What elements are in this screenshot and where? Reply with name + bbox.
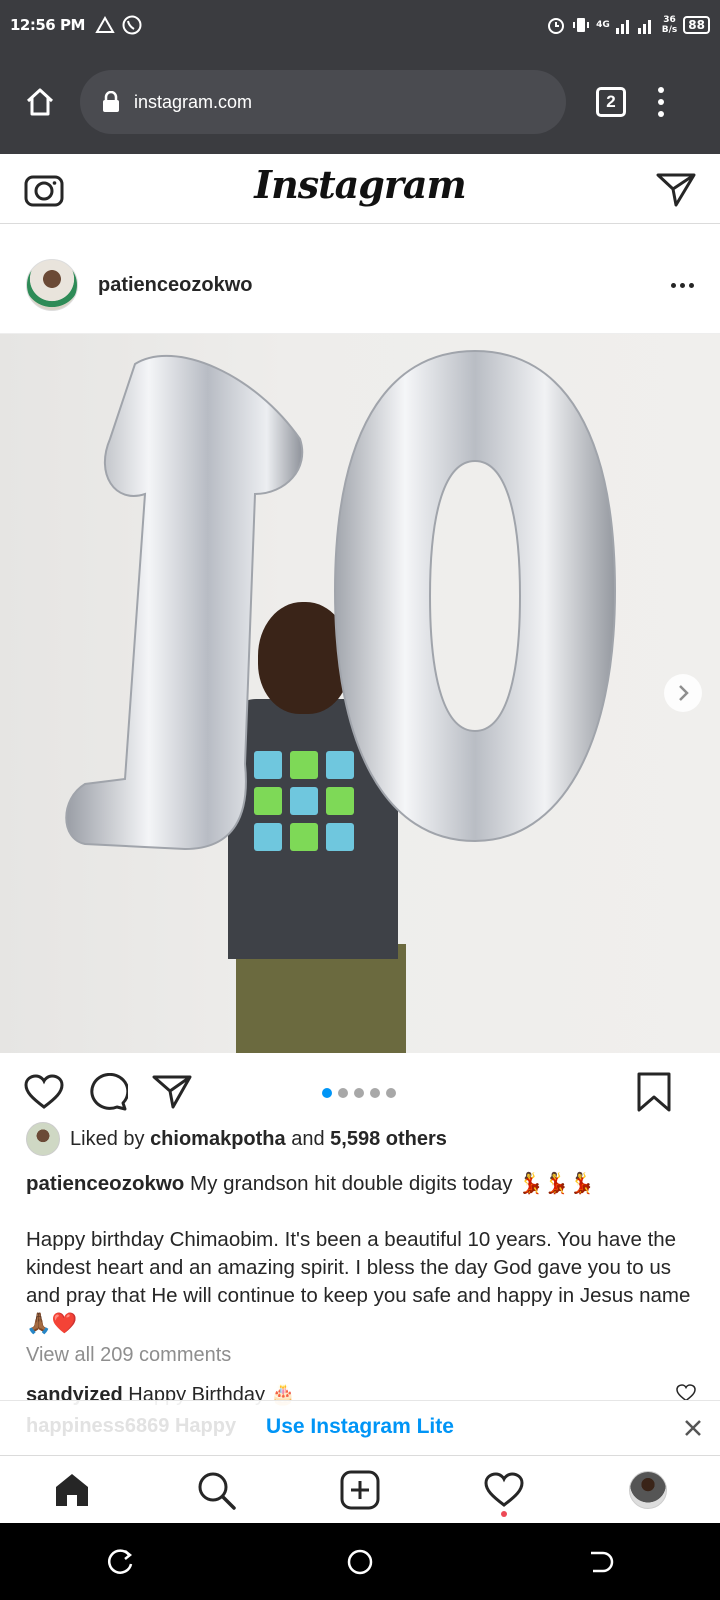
use-instagram-lite-link[interactable]: Use Instagram Lite xyxy=(0,1415,720,1439)
post-caption: patienceozokwo My grandson hit double di… xyxy=(26,1170,702,1338)
carousel-indicator xyxy=(322,1088,396,1098)
back-icon[interactable] xyxy=(585,1547,615,1577)
system-navigation-bar xyxy=(0,1523,720,1600)
bookmark-icon xyxy=(637,1072,671,1112)
nav-new-post[interactable] xyxy=(330,1460,390,1520)
author-username[interactable]: patienceozokwo xyxy=(98,274,252,297)
share-button[interactable] xyxy=(152,1074,192,1110)
nav-search[interactable] xyxy=(186,1460,246,1520)
likes-count[interactable]: 5,598 others xyxy=(330,1128,447,1150)
photo-shorts xyxy=(236,944,406,1053)
url-text: instagram.com xyxy=(134,91,253,112)
signal-icon xyxy=(615,20,651,34)
status-bar: 12:56 PM 4G 36 B/s 88 xyxy=(0,0,720,50)
carousel-dot xyxy=(386,1088,396,1098)
share-icon xyxy=(152,1075,192,1109)
status-time: 12:56 PM xyxy=(10,16,85,34)
heart-icon xyxy=(484,1471,524,1507)
add-post-icon xyxy=(340,1470,380,1509)
post-header: patienceozokwo xyxy=(0,250,720,320)
post-actions xyxy=(0,1064,720,1120)
browser-toolbar: instagram.com 2 xyxy=(0,50,720,154)
lite-app-banner: happiness6869 Happy Use Instagram Lite xyxy=(0,1400,720,1454)
notification-dot xyxy=(501,1510,507,1517)
close-icon xyxy=(685,1420,701,1436)
caption-author[interactable]: patienceozokwo xyxy=(26,1172,184,1195)
liker-avatar[interactable] xyxy=(26,1122,60,1156)
more-dot xyxy=(689,282,694,288)
alarm-icon xyxy=(548,18,565,34)
recent-apps-icon[interactable] xyxy=(105,1547,135,1577)
likes-text[interactable]: Liked by chiomakpotha and 5,598 others xyxy=(70,1128,447,1151)
address-bar[interactable]: instagram.com xyxy=(80,70,566,134)
balloon-digit-zero xyxy=(333,349,617,843)
liker-username[interactable]: chiomakpotha xyxy=(150,1128,286,1150)
menu-dot xyxy=(658,111,664,117)
caption-first-line: patienceozokwo My grandson hit double di… xyxy=(26,1170,702,1198)
comment-button[interactable] xyxy=(88,1073,128,1111)
author-avatar[interactable] xyxy=(26,259,78,311)
carousel-next-button[interactable] xyxy=(664,674,702,712)
battery-indicator: 88 xyxy=(683,16,710,34)
profile-avatar xyxy=(629,1470,667,1509)
vibrate-icon xyxy=(573,18,590,32)
likes-prefix: Liked by xyxy=(70,1127,145,1150)
more-dot xyxy=(671,282,676,288)
balloon-digit-one xyxy=(65,354,304,851)
post-photo[interactable] xyxy=(0,333,720,1053)
status-right-icons: 4G 36 B/s 88 xyxy=(546,15,710,35)
close-banner-button[interactable] xyxy=(684,1413,702,1444)
like-button[interactable] xyxy=(24,1074,64,1110)
heart-icon xyxy=(24,1074,64,1109)
caption-body: Happy birthday Chimaobim. It's been a be… xyxy=(26,1228,691,1335)
network-speed: 36 B/s xyxy=(661,15,678,35)
search-icon xyxy=(198,1472,236,1510)
post-options-button[interactable] xyxy=(671,282,694,288)
menu-dot xyxy=(658,87,664,93)
network-label: 4G xyxy=(596,20,610,30)
nav-home[interactable] xyxy=(42,1460,102,1520)
nav-profile[interactable] xyxy=(618,1460,678,1520)
home-button[interactable] xyxy=(0,72,80,132)
browser-menu-button[interactable] xyxy=(658,87,664,117)
status-left-icons xyxy=(95,14,143,36)
instagram-header: Instagram xyxy=(0,154,720,224)
warning-icon xyxy=(95,16,115,33)
chevron-right-icon xyxy=(679,685,689,701)
carousel-dot-active xyxy=(322,1088,332,1098)
view-all-comments-link[interactable]: View all 209 comments xyxy=(26,1344,231,1367)
bottom-navigation xyxy=(0,1455,720,1523)
more-dot xyxy=(680,282,685,288)
whatsapp-icon xyxy=(122,15,142,35)
carousel-dot xyxy=(354,1088,364,1098)
nav-activity[interactable] xyxy=(474,1460,534,1520)
home-filled-icon xyxy=(56,1473,88,1506)
home-icon xyxy=(26,88,54,116)
instagram-logo[interactable]: Instagram xyxy=(0,162,720,207)
comment-icon xyxy=(90,1073,128,1111)
likes-summary: Liked by chiomakpotha and 5,598 others xyxy=(26,1122,447,1156)
likes-joiner: and xyxy=(291,1127,325,1150)
lock-icon xyxy=(103,91,119,112)
tab-switcher-button[interactable]: 2 xyxy=(596,87,626,117)
save-post-button[interactable] xyxy=(636,1072,672,1112)
caption-line1: My grandson hit double digits today 💃💃💃 xyxy=(190,1172,595,1195)
carousel-dot xyxy=(338,1088,348,1098)
home-circle-icon[interactable] xyxy=(345,1547,375,1577)
carousel-dot xyxy=(370,1088,380,1098)
menu-dot xyxy=(658,99,664,105)
